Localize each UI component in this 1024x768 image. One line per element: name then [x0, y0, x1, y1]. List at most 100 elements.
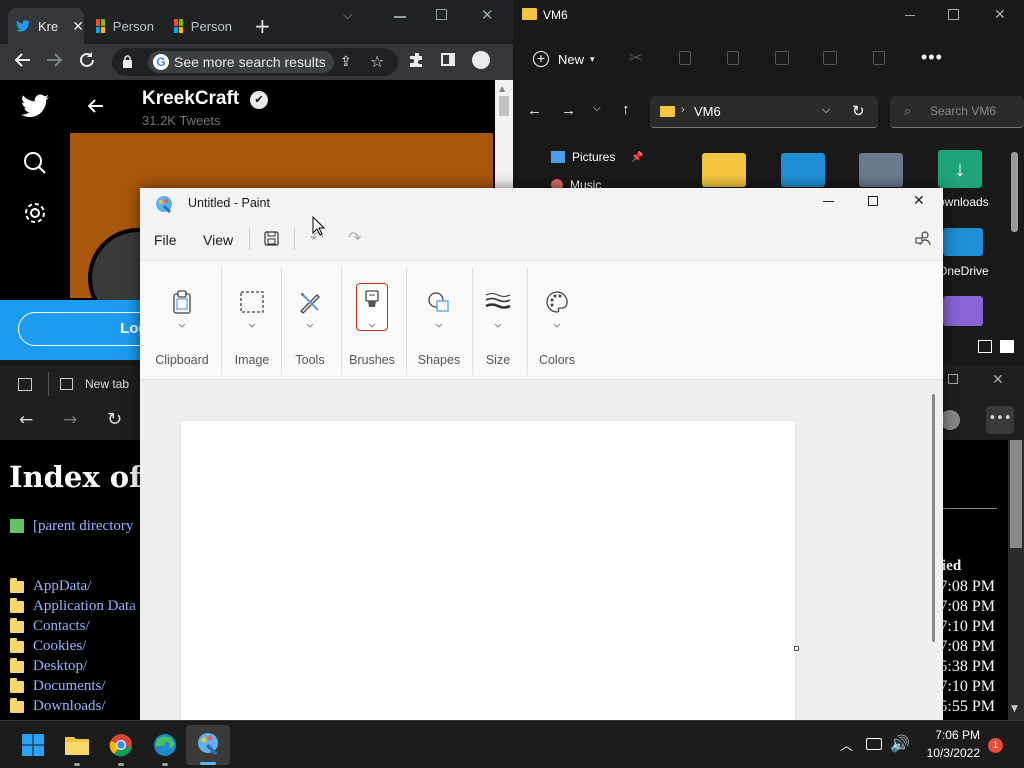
- search-chip[interactable]: G See more search results: [148, 51, 334, 73]
- edge-taskbar-icon[interactable]: [150, 730, 180, 760]
- cut-icon[interactable]: ✂: [629, 48, 642, 68]
- notification-badge[interactable]: 1: [988, 738, 1003, 753]
- chevron-down-icon[interactable]: ⌵: [822, 104, 830, 117]
- size-group[interactable]: Size: [474, 261, 522, 381]
- refresh-icon[interactable]: ↻: [852, 102, 865, 120]
- more-options-icon[interactable]: •••: [921, 47, 943, 68]
- close-icon[interactable]: ✕: [913, 192, 925, 209]
- minimize-icon[interactable]: [823, 201, 834, 202]
- documents-folder-icon[interactable]: [859, 153, 903, 187]
- search-box[interactable]: ⌕ Search VM6: [890, 96, 1024, 128]
- scrollbar-thumb[interactable]: [1010, 440, 1022, 548]
- back-icon[interactable]: ←: [527, 102, 542, 119]
- twitter-logo-icon[interactable]: [21, 94, 49, 118]
- onedrive-icon[interactable]: [943, 228, 983, 256]
- explore-search-icon[interactable]: [23, 151, 47, 175]
- back-icon[interactable]: [14, 51, 32, 69]
- forward-icon[interactable]: [45, 51, 63, 69]
- tab-search-icon[interactable]: ⌵: [343, 8, 352, 23]
- breadcrumb[interactable]: VM6: [694, 104, 721, 119]
- share-icon[interactable]: ⇪: [340, 54, 352, 70]
- tab-actions-icon[interactable]: [18, 378, 32, 391]
- profile-avatar-icon[interactable]: [940, 410, 960, 430]
- redo-icon[interactable]: ↷: [348, 228, 361, 248]
- clock-date[interactable]: 10/3/2022: [915, 746, 980, 760]
- dir-link[interactable]: Application Data: [10, 597, 136, 615]
- share-icon[interactable]: [823, 51, 837, 65]
- recent-locations-icon[interactable]: ⌵: [593, 103, 601, 114]
- settings-more-icon[interactable]: •••: [986, 406, 1014, 434]
- side-panel-icon[interactable]: [441, 53, 455, 66]
- tiles-view-icon[interactable]: [1000, 340, 1014, 353]
- brushes-group[interactable]: Brushes: [348, 261, 396, 381]
- show-hidden-icons-icon[interactable]: ︿: [840, 735, 853, 754]
- refresh-icon[interactable]: ↻: [107, 409, 122, 430]
- maximize-icon[interactable]: [948, 374, 958, 384]
- maximize-icon[interactable]: [868, 196, 878, 206]
- forward-icon[interactable]: →: [63, 410, 77, 430]
- delete-icon[interactable]: [873, 51, 885, 65]
- save-icon[interactable]: [264, 231, 279, 246]
- new-button[interactable]: + New ▾: [533, 48, 595, 70]
- minimize-icon[interactable]: [905, 15, 915, 16]
- copy-icon[interactable]: [679, 51, 691, 65]
- page-scrollbar[interactable]: ▼: [1008, 440, 1024, 720]
- folder-item-icon[interactable]: [702, 153, 746, 187]
- bookmark-star-icon[interactable]: ☆: [370, 52, 384, 71]
- desktop-folder-icon[interactable]: [781, 153, 825, 187]
- parent-directory-link[interactable]: [parent directory: [33, 518, 133, 535]
- dir-link[interactable]: Documents/: [10, 677, 106, 695]
- profile-avatar-icon[interactable]: [472, 51, 490, 69]
- account-share-icon[interactable]: [915, 230, 931, 246]
- dir-link[interactable]: Downloads/: [10, 697, 106, 715]
- scrollbar-thumb[interactable]: [1011, 152, 1018, 232]
- forward-icon[interactable]: →: [561, 102, 576, 119]
- address-bar[interactable]: G See more search results ⇪ ☆: [112, 48, 398, 76]
- dir-link[interactable]: Cookies/: [10, 637, 86, 655]
- reload-icon[interactable]: [78, 51, 96, 69]
- paste-icon[interactable]: [727, 51, 739, 65]
- close-icon[interactable]: ✕: [992, 372, 1004, 388]
- network-icon[interactable]: [866, 738, 882, 750]
- canvas-scrollbar[interactable]: [932, 394, 935, 642]
- back-icon[interactable]: ←: [19, 410, 33, 430]
- clock-time[interactable]: 7:06 PM: [920, 728, 980, 742]
- shapes-group[interactable]: Shapes: [415, 261, 463, 381]
- drawing-canvas[interactable]: [181, 421, 795, 721]
- image-group[interactable]: Image: [228, 261, 276, 381]
- scroll-up-icon[interactable]: ▲: [499, 84, 505, 93]
- extensions-icon[interactable]: [409, 52, 425, 68]
- browser-tab-twitter[interactable]: Kre ✕: [8, 8, 84, 44]
- details-view-icon[interactable]: [978, 340, 992, 353]
- browser-tab-person-2[interactable]: Person: [166, 8, 240, 44]
- dir-link[interactable]: Contacts/: [10, 617, 90, 635]
- videos-folder-icon[interactable]: [943, 296, 983, 326]
- close-icon[interactable]: ✕: [481, 6, 494, 24]
- view-menu[interactable]: View: [203, 232, 233, 248]
- up-icon[interactable]: ↑: [622, 101, 630, 118]
- rename-icon[interactable]: [775, 51, 789, 65]
- maximize-icon[interactable]: [948, 9, 959, 20]
- file-menu[interactable]: File: [154, 232, 177, 248]
- scrollbar-thumb[interactable]: [499, 96, 509, 116]
- paint-taskbar-button[interactable]: [186, 725, 230, 765]
- browser-tab-person-1[interactable]: Person: [88, 8, 162, 44]
- maximize-icon[interactable]: [436, 9, 447, 20]
- settings-gear-icon[interactable]: [23, 201, 47, 225]
- scroll-down-icon[interactable]: ▼: [1011, 704, 1018, 714]
- close-icon[interactable]: ✕: [994, 6, 1006, 23]
- file-explorer-taskbar-icon[interactable]: [62, 730, 92, 760]
- volume-icon[interactable]: 🔊: [890, 734, 910, 754]
- canvas-resize-handle[interactable]: [794, 646, 799, 651]
- tab-label[interactable]: New tab: [85, 377, 129, 391]
- quick-access-pictures[interactable]: Pictures 📌: [551, 150, 644, 164]
- minimize-icon[interactable]: [394, 16, 406, 18]
- back-arrow-icon[interactable]: [88, 98, 104, 114]
- dir-link[interactable]: AppData/: [10, 577, 91, 595]
- dir-link[interactable]: Desktop/: [10, 657, 87, 675]
- address-bar[interactable]: › VM6 ⌵ ↻: [650, 96, 878, 128]
- colors-group[interactable]: Colors: [533, 261, 581, 381]
- tools-group[interactable]: Tools: [286, 261, 334, 381]
- close-tab-icon[interactable]: ✕: [72, 18, 84, 35]
- downloads-folder-icon[interactable]: ↓: [938, 150, 982, 188]
